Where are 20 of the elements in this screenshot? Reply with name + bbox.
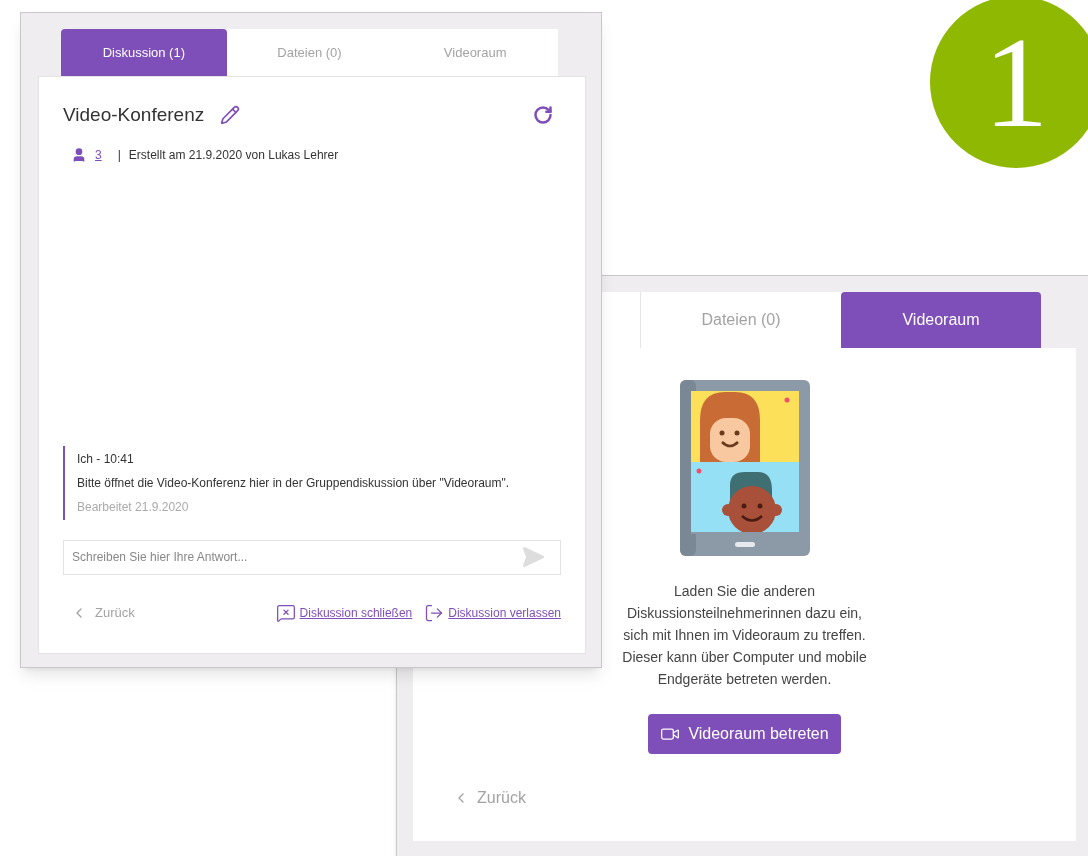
message-header: Ich - 10:41 — [77, 450, 135, 468]
enter-videoroom-button[interactable]: Videoraum betreten — [648, 714, 841, 754]
separator: | — [117, 146, 121, 164]
tab[interactable]: Diskussion (1) — [61, 29, 227, 76]
number-badge: 1 — [930, 0, 1088, 168]
exit-icon — [424, 602, 445, 623]
created-info: Erstellt am 21.9.2020 von Lukas Lehrer — [128, 146, 339, 164]
edit-icon[interactable] — [220, 105, 241, 126]
action-link[interactable]: Diskussion verlassen — [448, 603, 561, 622]
edited-note: Bearbeitet 21.9.2020 — [77, 498, 190, 516]
refresh-icon[interactable] — [533, 105, 553, 126]
user-icon — [71, 146, 87, 163]
discussion-title: Video-Konferenz — [63, 103, 205, 127]
action-link[interactable]: Diskussion schließen — [299, 603, 413, 622]
reply-field[interactable]: Schreiben Sie hier Ihre Antwort... — [63, 539, 561, 575]
participants-link[interactable]: 3 — [95, 145, 102, 164]
tab[interactable]: Videoraum — [841, 292, 1041, 348]
chat-close-icon — [275, 602, 296, 623]
invitation-text: Laden Sie die anderen Diskussionsteilnehmerinnen dazu ein, sich mit Ihnen im Videoraum zu treffen. Dieser kann über Computer und mobile Endgeräte betreten werden. — [621, 582, 868, 689]
message-text: Bitte öffnet die Video-Konferenz hier in der Gruppendiskussion über "Videoraum". — [77, 474, 511, 492]
